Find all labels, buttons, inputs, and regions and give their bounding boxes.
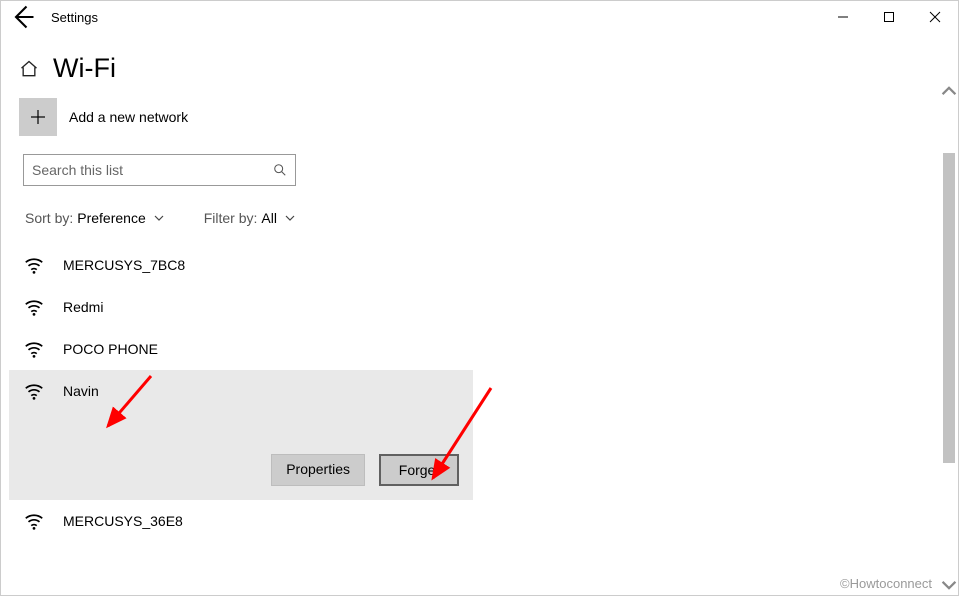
search-container	[23, 154, 296, 186]
maximize-button[interactable]	[866, 1, 912, 33]
wifi-icon	[23, 380, 45, 402]
sort-by-dropdown[interactable]: Sort by: Preference	[25, 210, 164, 226]
scroll-thumb[interactable]	[943, 153, 955, 463]
home-button[interactable]	[19, 59, 39, 79]
maximize-icon	[883, 11, 895, 23]
watermark: ©Howtoconnect	[840, 576, 932, 591]
minimize-button[interactable]	[820, 1, 866, 33]
scroll-down-button[interactable]	[941, 577, 957, 593]
wifi-icon	[23, 338, 45, 360]
filter-by-value: All	[261, 210, 277, 226]
window-title: Settings	[51, 10, 98, 25]
network-item[interactable]: MERCUSYS_36E8	[9, 500, 473, 542]
plus-icon	[31, 110, 45, 124]
home-icon	[19, 59, 39, 79]
vertical-scrollbar[interactable]	[941, 83, 957, 593]
network-item[interactable]: POCO PHONE	[9, 328, 473, 370]
properties-button[interactable]: Properties	[271, 454, 365, 486]
network-name: MERCUSYS_36E8	[63, 513, 183, 529]
network-name: Navin	[63, 383, 99, 399]
wifi-icon	[23, 510, 45, 532]
search-icon	[273, 163, 287, 177]
search-row	[1, 136, 958, 186]
page-header: Wi-Fi	[1, 33, 958, 94]
network-name: POCO PHONE	[63, 341, 158, 357]
network-list: MERCUSYS_7BC8 Redmi POCO PHONE Navin Propert…	[1, 226, 473, 542]
network-item[interactable]: MERCUSYS_7BC8	[9, 244, 473, 286]
wifi-icon	[23, 296, 45, 318]
filter-by-dropdown[interactable]: Filter by: All	[204, 210, 295, 226]
chevron-down-icon	[154, 213, 164, 223]
back-button[interactable]	[9, 3, 37, 31]
add-network-button[interactable]	[19, 98, 57, 136]
minimize-icon	[837, 11, 849, 23]
scroll-up-button[interactable]	[941, 83, 957, 99]
network-name: MERCUSYS_7BC8	[63, 257, 185, 273]
forget-button[interactable]: Forget	[379, 454, 459, 486]
window-controls	[820, 1, 958, 33]
close-icon	[929, 11, 941, 23]
sort-by-label: Sort by:	[25, 210, 73, 226]
search-action[interactable]	[273, 163, 287, 177]
wifi-icon	[23, 254, 45, 276]
network-item[interactable]: Redmi	[9, 286, 473, 328]
sort-by-value: Preference	[77, 210, 145, 226]
add-network-row: Add a new network	[1, 94, 958, 136]
network-actions: Properties Forget	[23, 454, 459, 486]
title-bar: Settings	[1, 1, 958, 33]
chevron-up-icon	[941, 83, 957, 99]
search-input[interactable]	[32, 162, 273, 178]
chevron-down-icon	[941, 577, 957, 593]
back-arrow-icon	[9, 3, 37, 31]
network-item[interactable]: Navin Properties Forget	[9, 370, 473, 500]
chevron-down-icon	[285, 213, 295, 223]
filter-by-label: Filter by:	[204, 210, 258, 226]
network-row: Navin	[23, 380, 459, 402]
add-network-label: Add a new network	[69, 109, 188, 125]
sort-filter-bar: Sort by: Preference Filter by: All	[1, 186, 958, 226]
network-name: Redmi	[63, 299, 103, 315]
close-button[interactable]	[912, 1, 958, 33]
page-title: Wi-Fi	[53, 53, 116, 84]
